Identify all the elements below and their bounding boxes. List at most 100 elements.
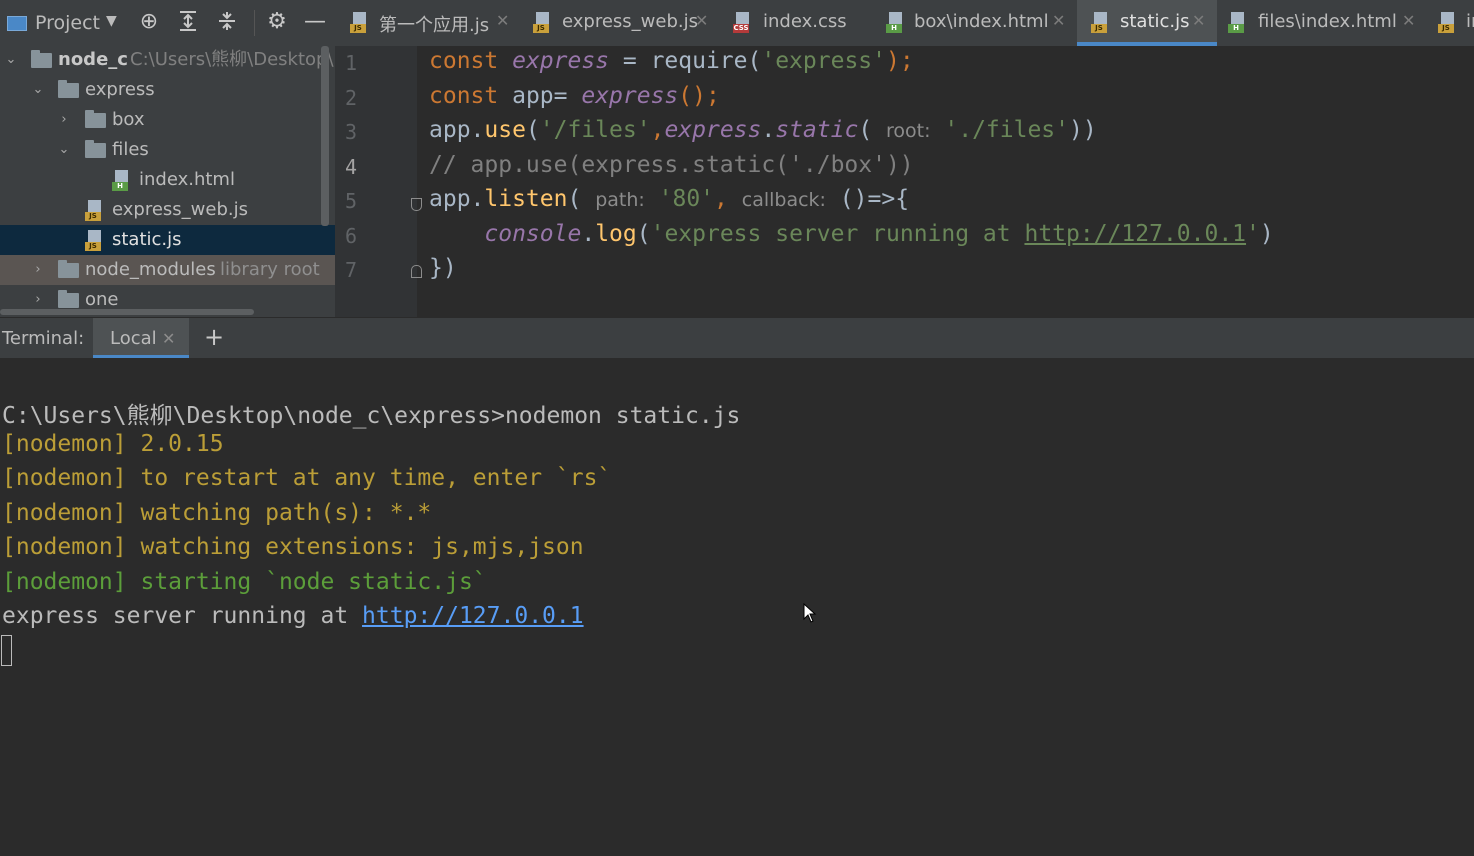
tree-item-express-web-js[interactable]: JS express_web.js bbox=[0, 195, 322, 225]
line-number: 1 bbox=[345, 51, 358, 75]
tree-item-index-html[interactable]: H index.html bbox=[0, 165, 322, 195]
code-line-2: const app= express(); bbox=[429, 83, 720, 109]
tab-static-js[interactable]: JS static.js ✕ bbox=[1077, 0, 1217, 46]
chevron-right-icon[interactable]: › bbox=[29, 255, 47, 285]
close-icon[interactable]: ✕ bbox=[496, 11, 509, 30]
terminal-line: [nodemon] watching extensions: js,mjs,js… bbox=[2, 534, 584, 560]
tree-item-label: index.html bbox=[139, 169, 235, 190]
terminal-output[interactable]: C:\Users\熊柳\Desktop\node_c\express>nodem… bbox=[0, 358, 1474, 856]
code-url-link: http://127.0.0.1 bbox=[1024, 221, 1247, 247]
minimize-icon[interactable]: — bbox=[303, 10, 327, 34]
css-file-icon: CSS bbox=[733, 12, 751, 33]
project-view-icon bbox=[7, 16, 27, 31]
tree-item-label: node_modules bbox=[85, 259, 216, 280]
js-file-icon: JS bbox=[85, 230, 103, 251]
tab-label: static.js bbox=[1120, 11, 1190, 32]
close-icon[interactable]: ✕ bbox=[1402, 11, 1415, 30]
terminal-line: express server running at http://127.0.0… bbox=[2, 603, 584, 629]
chevron-down-icon[interactable]: ⌄ bbox=[55, 135, 73, 165]
tree-item-label: express bbox=[85, 79, 155, 100]
close-icon[interactable]: ✕ bbox=[1192, 11, 1205, 30]
project-toolbar: Project ▼ ⊕ ⚙ — bbox=[0, 0, 335, 46]
project-view-title[interactable]: Project bbox=[35, 12, 100, 34]
code-line-6: console.log('express server running at h… bbox=[484, 221, 1274, 247]
expand-all-icon[interactable] bbox=[176, 10, 200, 34]
terminal-header: Terminal: Local ✕ + bbox=[0, 318, 1474, 358]
line-number: 3 bbox=[345, 120, 358, 144]
tab-label: express_web.js bbox=[562, 11, 698, 32]
js-file-icon: JS bbox=[85, 200, 103, 221]
tab-overflow[interactable]: JS in bbox=[1430, 0, 1474, 46]
parameter-hint: callback: bbox=[741, 189, 826, 211]
tree-item-label: files bbox=[112, 139, 149, 160]
tree-item-files[interactable]: ⌄ files bbox=[0, 135, 322, 165]
gear-icon[interactable]: ⚙ bbox=[265, 10, 289, 34]
tab-label: in bbox=[1466, 11, 1474, 32]
tree-item-express[interactable]: ⌄ express bbox=[0, 75, 322, 105]
terminal-cursor bbox=[1, 635, 12, 666]
line-number: 6 bbox=[345, 224, 358, 248]
terminal-line: [nodemon] watching path(s): *.* bbox=[2, 500, 432, 526]
js-file-icon: JS bbox=[533, 12, 551, 33]
tree-item-label: express_web.js bbox=[112, 199, 248, 220]
line-number: 5 bbox=[345, 189, 358, 213]
tab-label: 第一个应用.js bbox=[379, 15, 490, 36]
collapse-all-icon[interactable] bbox=[215, 10, 239, 34]
chevron-down-icon[interactable]: ▼ bbox=[106, 13, 117, 29]
terminal-tab-label: Local bbox=[110, 328, 157, 349]
folder-icon bbox=[31, 50, 52, 68]
tab-label: files\index.html bbox=[1258, 11, 1397, 32]
html-file-icon: H bbox=[112, 170, 130, 191]
parameter-hint: path: bbox=[595, 189, 645, 211]
close-icon[interactable]: ✕ bbox=[695, 11, 708, 30]
tree-item-box[interactable]: › box bbox=[0, 105, 322, 135]
tree-item-label: box bbox=[112, 109, 145, 130]
tab-files-index-html[interactable]: H files\index.html ✕ bbox=[1222, 0, 1422, 46]
tree-item-label: static.js bbox=[112, 229, 182, 250]
terminal-line: [nodemon] starting `node static.js` bbox=[2, 569, 487, 595]
tab-index-css[interactable]: CSS index.css bbox=[721, 0, 871, 46]
close-icon[interactable]: ✕ bbox=[1052, 11, 1065, 30]
terminal-line: C:\Users\熊柳\Desktop\node_c\express>nodem… bbox=[2, 403, 741, 429]
tab-first-app-js[interactable]: JS 第一个应用.js ✕ bbox=[335, 0, 515, 46]
tree-item-node-modules[interactable]: › node_modules library root bbox=[0, 255, 335, 285]
fold-collapse-icon[interactable] bbox=[411, 198, 422, 211]
code-line-7: }) bbox=[429, 255, 457, 281]
project-horizontal-scrollbar[interactable] bbox=[0, 309, 254, 315]
code-line-3: app.use('/files',express.static( root: '… bbox=[429, 117, 1097, 143]
fold-end-icon[interactable] bbox=[411, 265, 422, 278]
html-file-icon: H bbox=[886, 12, 904, 33]
tree-item-label: node_c bbox=[58, 49, 128, 70]
terminal-line: [nodemon] to restart at any time, enter … bbox=[2, 465, 612, 491]
chevron-down-icon[interactable]: ⌄ bbox=[29, 75, 47, 105]
tab-label: index.css bbox=[763, 11, 847, 32]
editor-tab-bar: JS 第一个应用.js ✕ JS express_web.js ✕ CSS in… bbox=[335, 0, 1474, 47]
project-vertical-scrollbar[interactable] bbox=[321, 46, 329, 226]
parameter-hint: root: bbox=[886, 120, 931, 142]
code-editor[interactable]: 1 2 3 4 5 6 7 const express = require('e… bbox=[335, 46, 1474, 317]
html-file-icon: H bbox=[1228, 12, 1246, 33]
add-terminal-icon[interactable]: + bbox=[204, 323, 224, 351]
terminal-line: [nodemon] 2.0.15 bbox=[2, 431, 224, 457]
tab-express-web-js[interactable]: JS express_web.js ✕ bbox=[520, 0, 720, 46]
folder-icon bbox=[85, 110, 106, 128]
code-line-5: app.listen( path: '80', callback: ()=>{ bbox=[429, 186, 910, 212]
tree-item-static-js[interactable]: JS static.js bbox=[0, 225, 335, 255]
line-number: 4 bbox=[345, 155, 358, 179]
chevron-right-icon[interactable]: › bbox=[55, 105, 73, 135]
terminal-tab-local[interactable]: Local ✕ bbox=[93, 318, 189, 358]
locate-icon[interactable]: ⊕ bbox=[137, 10, 161, 34]
tab-label: box\index.html bbox=[914, 11, 1049, 32]
tab-box-index-html[interactable]: H box\index.html ✕ bbox=[872, 0, 1072, 46]
js-file-icon: JS bbox=[1091, 12, 1109, 33]
js-file-icon: JS bbox=[350, 12, 368, 33]
terminal-url-link[interactable]: http://127.0.0.1 bbox=[362, 603, 584, 629]
folder-icon bbox=[58, 260, 79, 278]
folder-icon bbox=[85, 140, 106, 158]
toolbar-divider bbox=[254, 10, 255, 36]
chevron-down-icon[interactable]: ⌄ bbox=[2, 45, 20, 75]
line-number-gutter: 1 2 3 4 5 6 7 bbox=[335, 46, 422, 317]
close-icon[interactable]: ✕ bbox=[162, 329, 175, 348]
tree-item-node-c[interactable]: ⌄ node_c C:\Users\熊柳\Desktop\r bbox=[0, 45, 335, 75]
tree-item-note: library root bbox=[220, 259, 320, 280]
